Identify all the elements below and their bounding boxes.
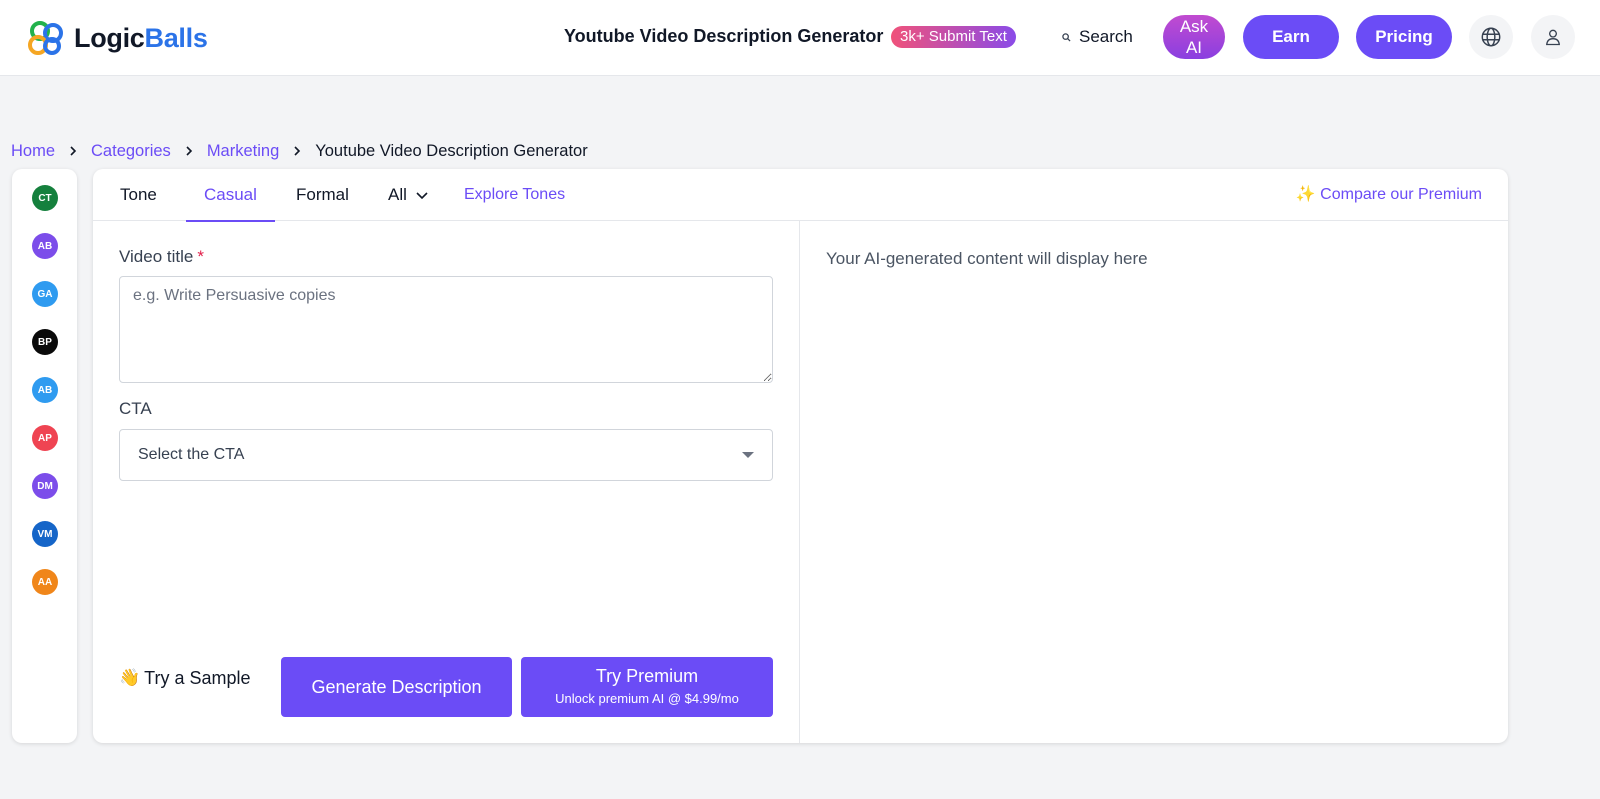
tab-all-label: All — [388, 185, 407, 204]
rail-avatar[interactable]: AP — [32, 425, 58, 451]
chevron-right-icon — [70, 146, 77, 156]
breadcrumb-categories[interactable]: Categories — [91, 142, 171, 161]
top-header: LogicBalls Youtube Video Description Gen… — [0, 0, 1600, 76]
breadcrumb-home[interactable]: Home — [11, 142, 55, 161]
rail-avatar[interactable]: AB — [32, 377, 58, 403]
related-tools-rail: CT AB GA BP AB AP DM VM AA — [12, 169, 77, 743]
tool-title: Youtube Video Description Generator — [564, 26, 884, 46]
output-placeholder: Your AI-generated content will display h… — [826, 249, 1148, 268]
chevron-right-icon — [186, 146, 192, 156]
try-premium-subtitle: Unlock premium AI @ $4.99/mo — [555, 691, 739, 706]
logo-text: LogicBalls — [74, 22, 208, 53]
tab-casual[interactable]: Casual — [186, 169, 275, 222]
tone-tabs: Tone Casual Formal All Explore Tones ✨ C… — [93, 169, 1508, 222]
search-button[interactable]: Search — [1062, 24, 1133, 50]
globe-icon — [1481, 27, 1501, 47]
rail-avatar[interactable]: GA — [32, 281, 58, 307]
waving-hand-icon: 👋 — [119, 668, 141, 687]
compare-premium-link[interactable]: ✨ Compare our Premium — [1296, 169, 1482, 221]
pricing-button[interactable]: Pricing — [1356, 15, 1452, 59]
breadcrumb-marketing[interactable]: Marketing — [207, 142, 279, 161]
generate-description-button[interactable]: Generate Description — [281, 657, 512, 717]
rail-avatar[interactable]: VM — [32, 521, 58, 547]
tone-label: Tone — [120, 185, 157, 204]
try-sample-label: Try a Sample — [144, 667, 251, 688]
rail-avatar[interactable]: AB — [32, 233, 58, 259]
rail-avatar[interactable]: AA — [32, 569, 58, 595]
ask-ai-line2: AI — [1185, 38, 1203, 57]
explore-tones-link[interactable]: Explore Tones — [464, 169, 565, 221]
chevron-down-icon — [416, 192, 428, 200]
cta-select[interactable]: Select the CTA — [119, 429, 773, 481]
try-sample-button[interactable]: 👋 Try a Sample — [119, 666, 251, 690]
video-title-label: Video title * — [119, 247, 204, 266]
required-mark: * — [197, 247, 204, 266]
rail-avatar[interactable]: BP — [32, 329, 58, 355]
rail-avatar[interactable]: CT — [32, 185, 58, 211]
user-icon — [1546, 29, 1560, 46]
ask-ai-button[interactable]: Ask AI — [1163, 15, 1225, 59]
language-button[interactable] — [1469, 15, 1513, 59]
cta-label: CTA — [119, 399, 152, 418]
tab-all[interactable]: All — [388, 169, 429, 221]
chevron-right-icon — [294, 146, 301, 156]
search-label: Search — [1079, 27, 1133, 46]
rail-avatar[interactable]: DM — [32, 473, 58, 499]
cta-select-value: Select the CTA — [138, 446, 245, 463]
search-icon — [1062, 32, 1071, 42]
tab-formal[interactable]: Formal — [296, 169, 349, 221]
ask-ai-line1: Ask — [1179, 17, 1209, 36]
breadcrumb: Home Categories Marketing Youtube Video … — [11, 140, 588, 162]
logo[interactable]: LogicBalls — [26, 18, 208, 58]
account-button[interactable] — [1531, 15, 1575, 59]
earn-button[interactable]: Earn — [1243, 15, 1339, 59]
video-title-input[interactable] — [119, 276, 773, 383]
caret-down-icon — [742, 452, 754, 458]
submit-count-badge: 3k+ Submit Text — [891, 26, 1016, 48]
try-premium-title: Try Premium — [595, 666, 699, 686]
panel-divider — [799, 221, 800, 743]
breadcrumb-current: Youtube Video Description Generator — [315, 141, 588, 160]
generator-card: Tone Casual Formal All Explore Tones ✨ C… — [93, 169, 1508, 743]
logicballs-logo-icon — [28, 21, 63, 55]
try-premium-button[interactable]: Try Premium Unlock premium AI @ $4.99/mo — [521, 657, 773, 717]
